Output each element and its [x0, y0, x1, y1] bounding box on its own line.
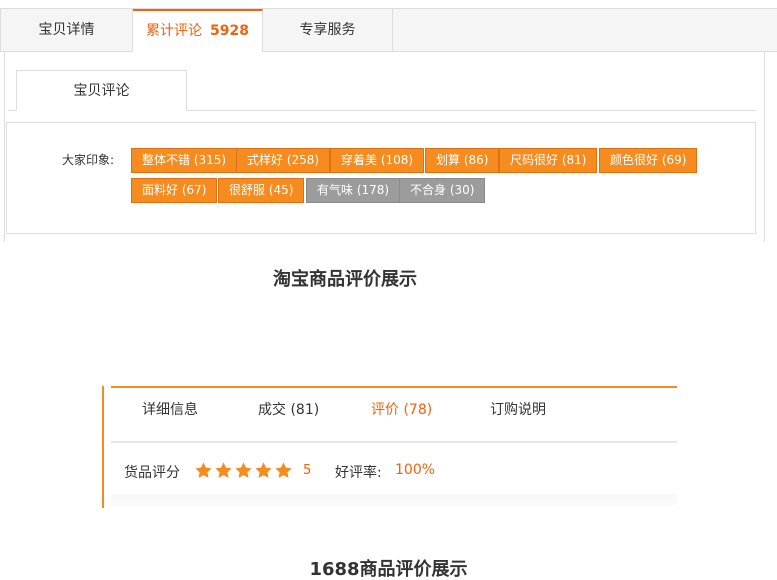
- impression-tag[interactable]: 颜色很好 (69): [599, 148, 698, 173]
- review-count: 5928: [210, 23, 249, 39]
- goods-score-value: 5: [303, 463, 312, 478]
- taobao-tab-bar: 宝贝详情 累计评论 5928 专享服务: [0, 8, 777, 54]
- impression-tag[interactable]: 很舒服 (45): [218, 178, 305, 203]
- star-icon: [234, 461, 253, 480]
- panel-border-right: [764, 52, 765, 242]
- positive-rate-label: 好评率:: [335, 465, 382, 481]
- panel-accent-left: [102, 386, 104, 508]
- panel-bottom-shade: [111, 494, 677, 506]
- alibaba-caption: 1688商品评价展示: [309, 559, 468, 580]
- impression-tag[interactable]: 有气味 (178): [306, 178, 401, 203]
- star-icon: [194, 461, 213, 480]
- panel-border-left: [4, 52, 5, 242]
- tab-order-instructions[interactable]: 订购说明: [490, 388, 546, 432]
- star-rating: [194, 461, 294, 481]
- impression-tag[interactable]: 整体不错 (315): [131, 148, 238, 173]
- taobao-tab-content: 宝贝评论 大家印象: 整体不错 (315) 式样好 (258) 穿着美 (108) 划…: [0, 52, 777, 243]
- tab-detail-info[interactable]: 详细信息: [142, 388, 198, 432]
- goods-score-label: 货品评分: [124, 465, 180, 481]
- tab-divider: [111, 441, 677, 443]
- tab-reviews[interactable]: 评价 (78): [371, 388, 432, 432]
- sub-tab-item-reviews[interactable]: 宝贝评论: [16, 70, 187, 111]
- impression-box: 大家印象: 整体不错 (315) 式样好 (258) 穿着美 (108) 划算 (86…: [6, 122, 756, 234]
- tab-item-details[interactable]: 宝贝详情: [0, 9, 133, 53]
- star-icon: [274, 461, 293, 480]
- impression-tag[interactable]: 式样好 (258): [236, 148, 331, 173]
- star-icon: [214, 461, 233, 480]
- positive-rate-value: 100%: [395, 462, 436, 478]
- star-icon: [254, 461, 273, 480]
- taobao-review-panel: 宝贝详情 累计评论 5928 专享服务 宝贝评论 大家印象: 整体不错 (315)…: [0, 8, 777, 243]
- tab-transactions[interactable]: 成交 (81): [258, 388, 319, 432]
- impression-tag[interactable]: 尺码很好 (81): [499, 148, 598, 173]
- alibaba-tab-bar: 详细信息 成交 (81) 评价 (78) 订购说明: [111, 388, 677, 432]
- tab-exclusive-service[interactable]: 专享服务: [263, 9, 393, 53]
- impression-tag[interactable]: 不合身 (30): [399, 178, 486, 203]
- impression-tag[interactable]: 穿着美 (108): [330, 148, 425, 173]
- tab-cumulative-reviews[interactable]: 累计评论 5928: [133, 9, 263, 54]
- impression-label: 大家印象:: [62, 153, 115, 167]
- impression-tag[interactable]: 划算 (86): [425, 148, 500, 173]
- taobao-caption: 淘宝商品评价展示: [273, 269, 417, 290]
- alibaba-review-panel: 详细信息 成交 (81) 评价 (78) 订购说明 货品评分 5 好评率: 10…: [102, 386, 677, 508]
- impression-tag[interactable]: 面料好 (67): [131, 178, 218, 203]
- tab-reviews-label: 累计评论: [146, 23, 203, 39]
